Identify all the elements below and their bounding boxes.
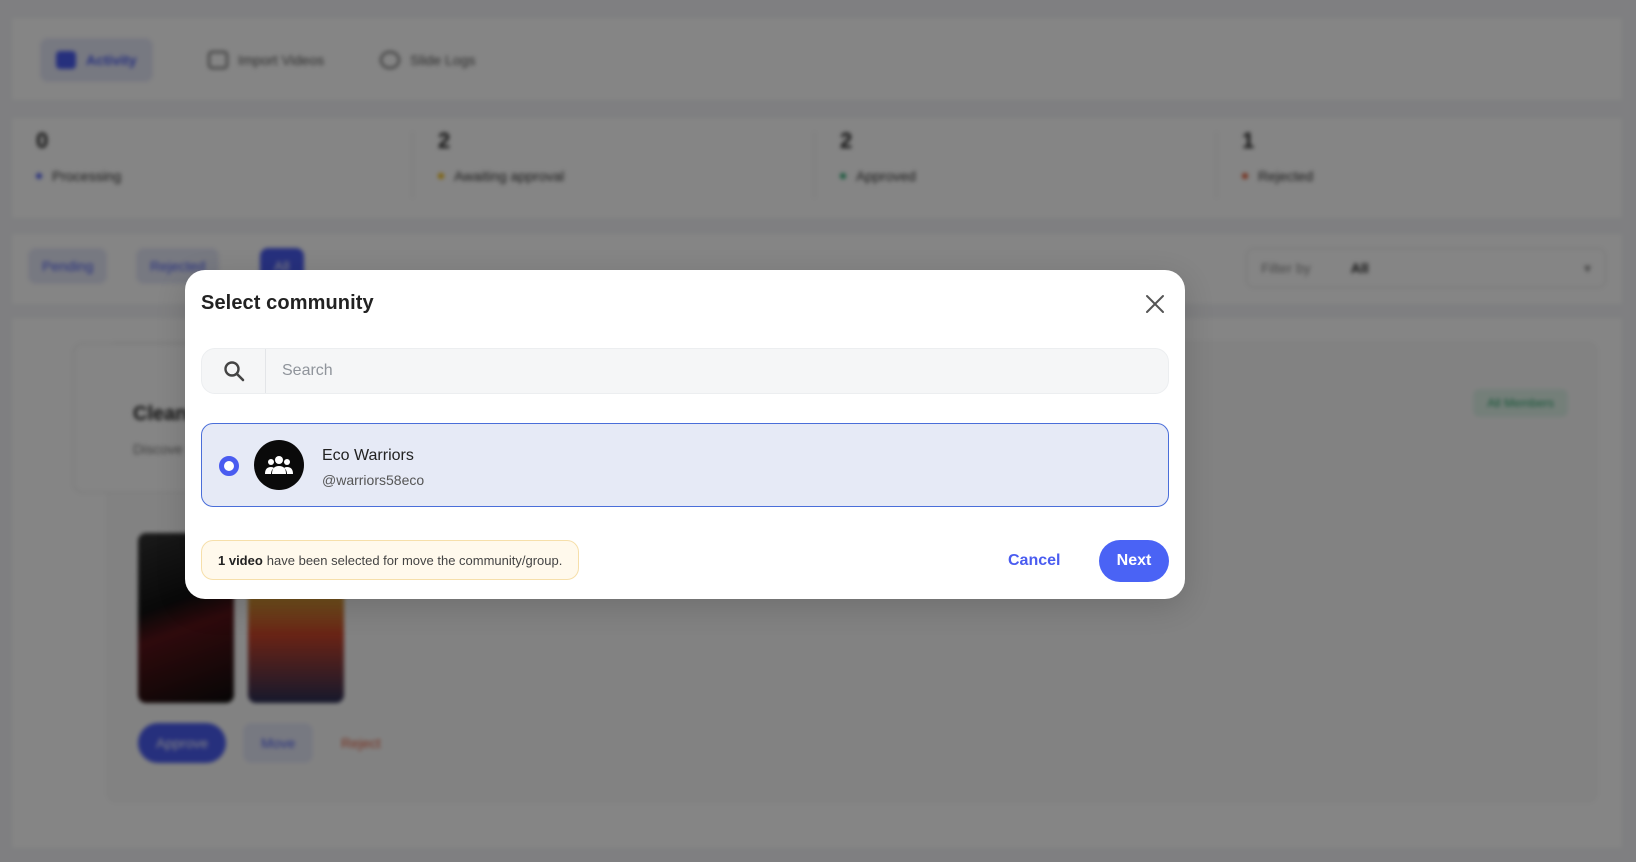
radio-selected[interactable]: [219, 456, 239, 476]
community-name: Eco Warriors: [322, 447, 414, 464]
community-handle: @warriors58eco: [322, 472, 425, 488]
close-button[interactable]: [1139, 288, 1171, 320]
close-icon: [1146, 295, 1164, 313]
next-button[interactable]: Next: [1099, 540, 1169, 582]
cancel-button[interactable]: Cancel: [1000, 543, 1068, 579]
community-option-eco-warriors[interactable]: Eco Warriors @warriors58eco: [201, 423, 1169, 507]
search-input[interactable]: [266, 349, 1168, 393]
search-box: [201, 348, 1169, 394]
group-icon: [265, 456, 293, 474]
selection-notice: 1 video have been selected for move the …: [201, 540, 580, 580]
notice-text: have been selected for move the communit…: [266, 552, 563, 568]
dialog-title: Select community: [201, 292, 374, 314]
avatar: [254, 440, 304, 490]
search-icon: [202, 349, 266, 393]
select-community-dialog: Select community Eco Warriors: [185, 270, 1185, 599]
selected-count: 1 video: [218, 552, 263, 568]
